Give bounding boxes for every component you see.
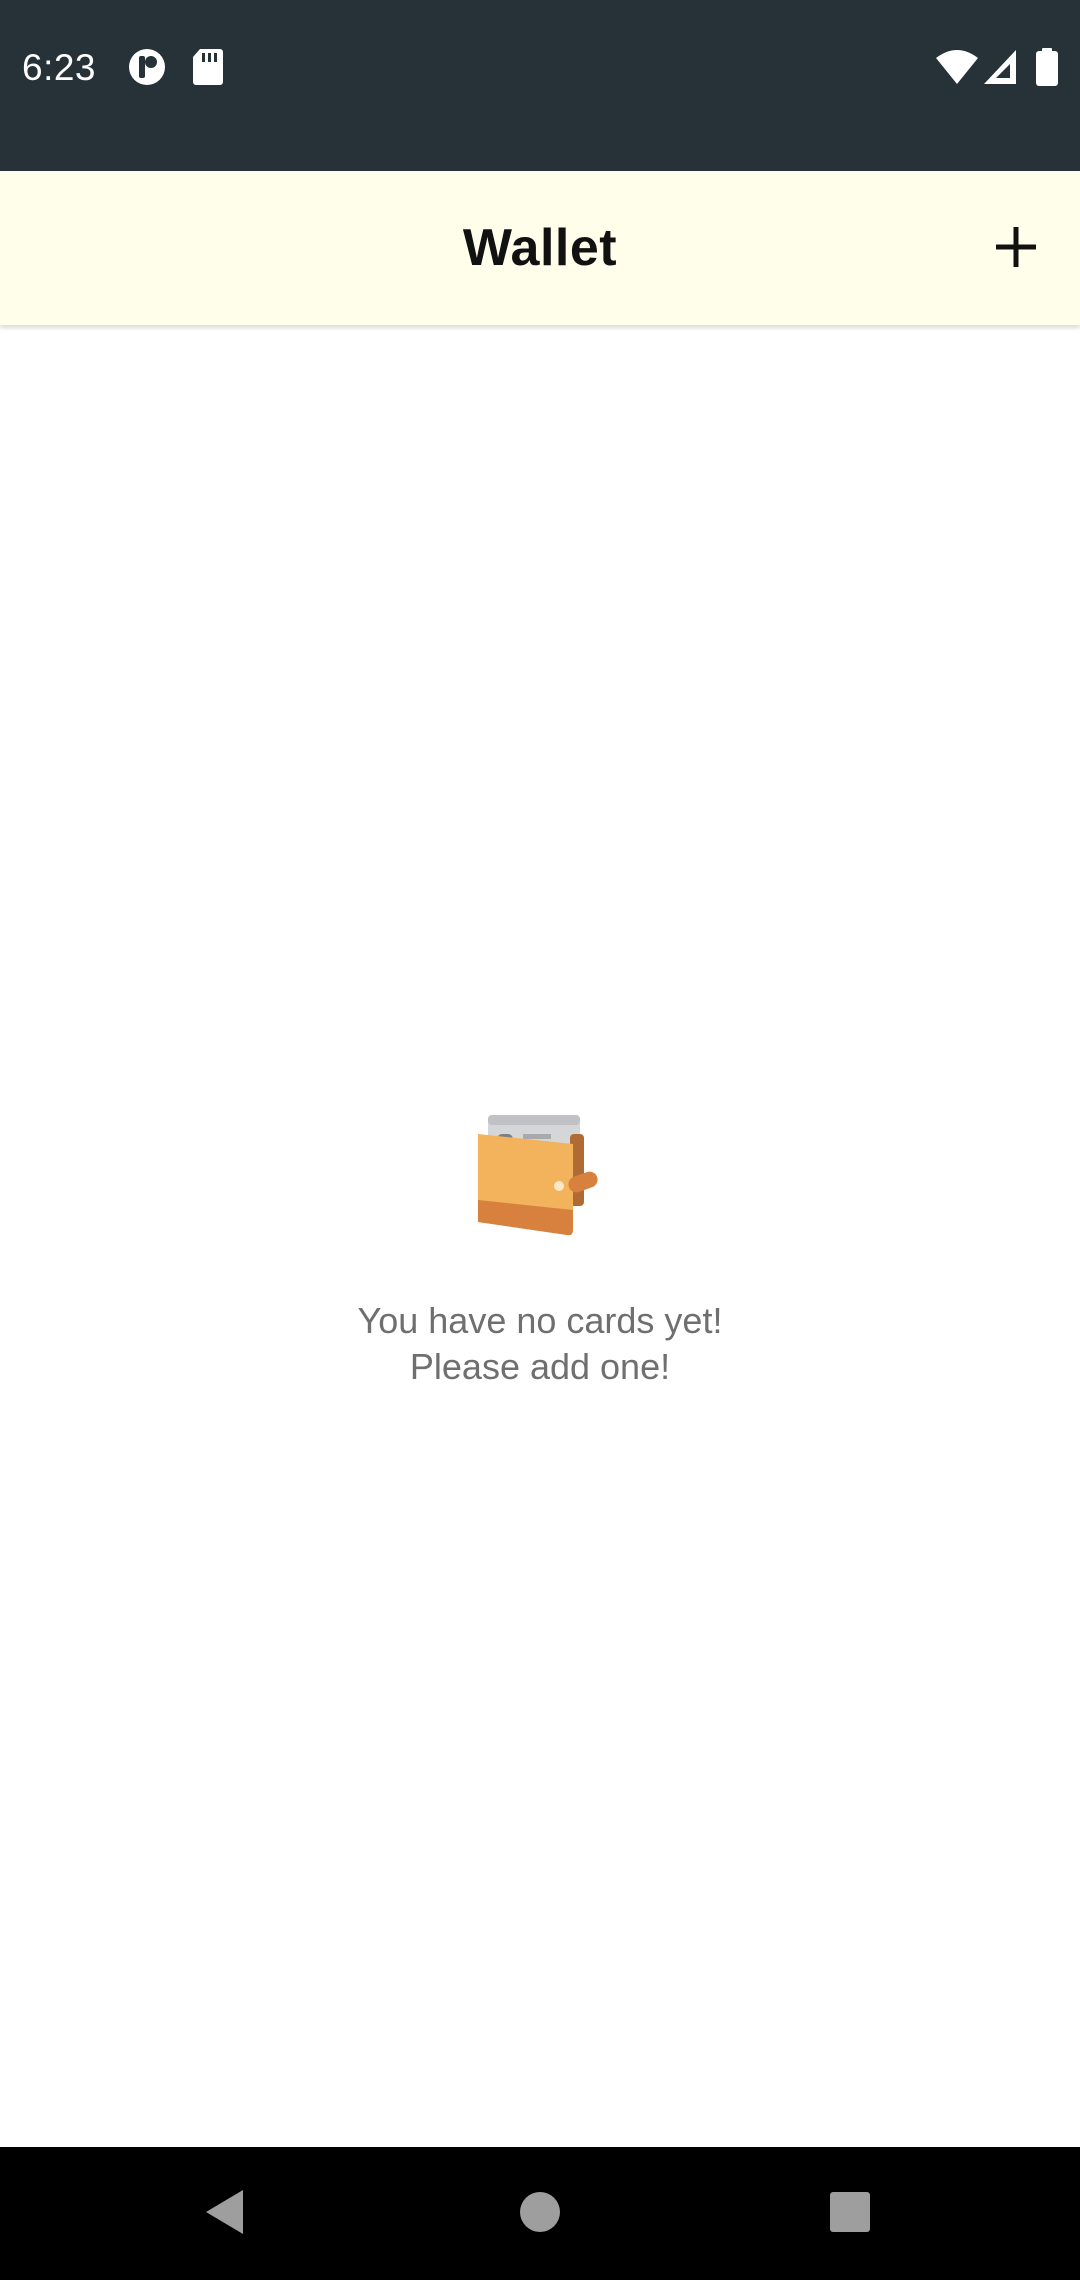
notification-app-icon (127, 47, 167, 87)
page-title: Wallet (462, 219, 618, 277)
empty-message-line1: You have no cards yet! (357, 1300, 723, 1341)
home-icon (518, 2190, 562, 2239)
back-icon (203, 2187, 247, 2242)
wifi-icon (935, 48, 979, 86)
status-bar: 6:23 (0, 0, 1080, 171)
empty-message: You have no cards yet! Please add one! (0, 1298, 1080, 1390)
home-button[interactable] (495, 2169, 585, 2259)
navigation-bar (0, 2147, 1080, 2280)
wallet-icon (0, 1110, 1080, 1240)
status-time: 6:23 (22, 47, 97, 88)
empty-message-line2: Please add one! (409, 1346, 671, 1387)
plus-icon (994, 225, 1038, 274)
app-bar: Wallet (0, 171, 1080, 325)
recents-icon (828, 2190, 872, 2239)
recents-button[interactable] (805, 2169, 895, 2259)
battery-icon (1035, 48, 1059, 86)
cell-signal-icon (982, 48, 1018, 86)
sd-card-icon (190, 47, 230, 87)
empty-state: You have no cards yet! Please add one! (0, 1110, 1080, 1390)
add-card-button[interactable] (966, 199, 1066, 299)
back-button[interactable] (180, 2169, 270, 2259)
